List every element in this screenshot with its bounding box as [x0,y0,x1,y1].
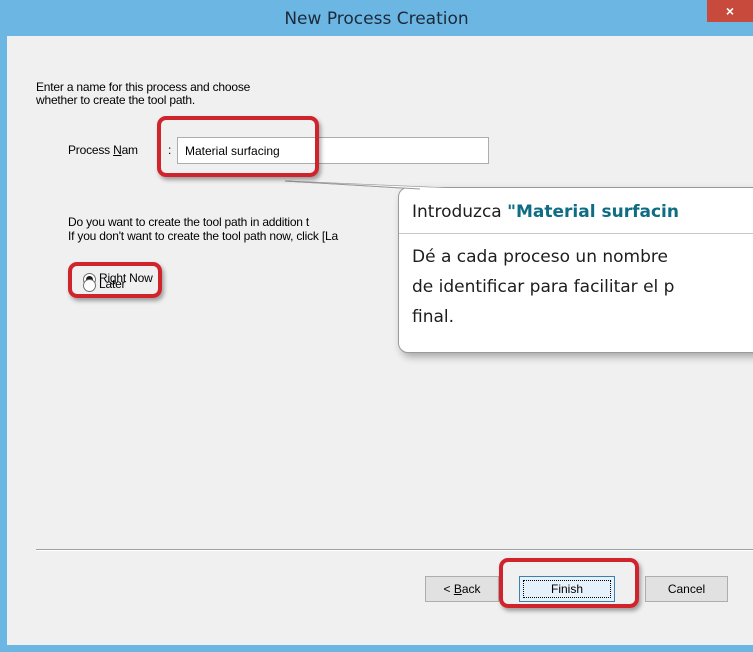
highlight-process-name [157,116,319,177]
callout-body-line2: de identificar para facilitar el p [412,277,675,297]
callout-title-emphasis: "Material surfacin [507,202,679,222]
callout-title: Introduzca "Material surfacin [412,202,679,222]
highlight-right-now [68,262,162,298]
callout-body-line1: Dé a cada proceso un nombre [412,247,668,267]
callout-title-pre: Introduzca [412,202,508,222]
callout-body-line3: final. [412,307,455,327]
highlight-finish [499,558,639,608]
callout-body: Dé a cada proceso un nombre de identific… [412,242,753,332]
callout-separator [399,233,753,234]
